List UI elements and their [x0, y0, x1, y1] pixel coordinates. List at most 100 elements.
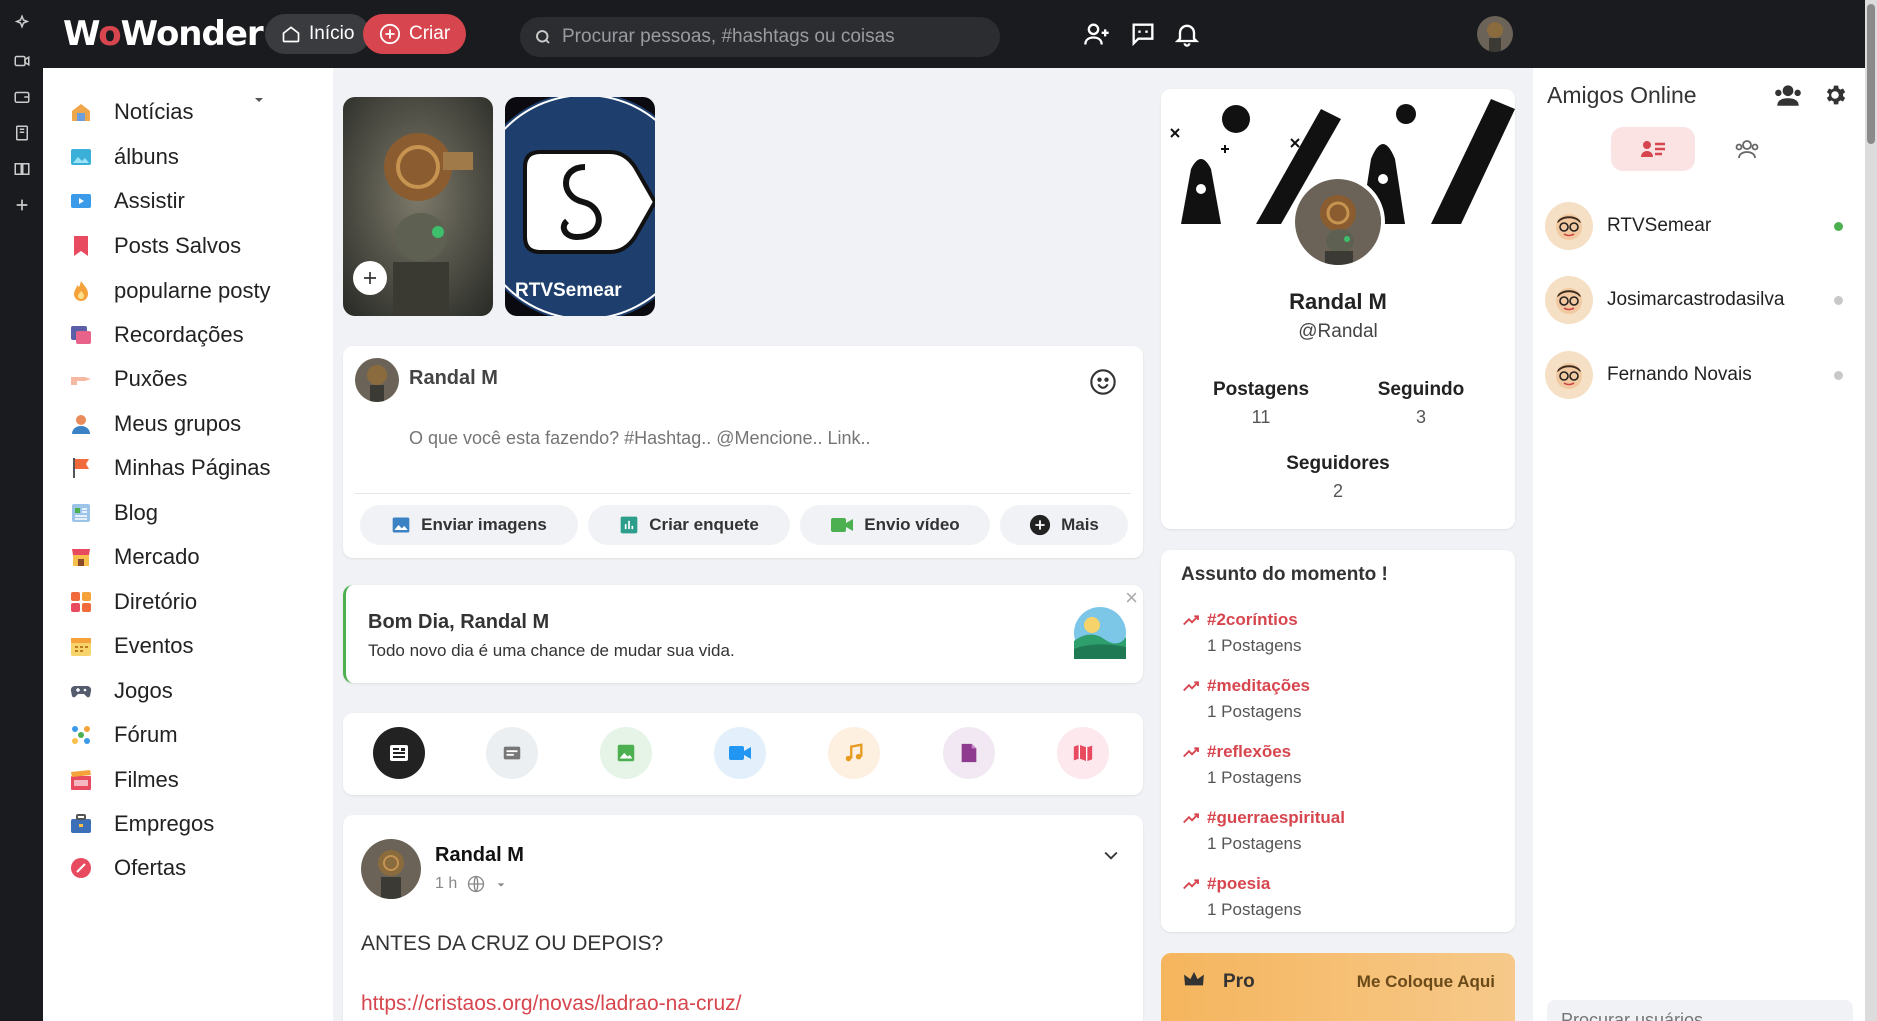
sidebar-item-directory[interactable]: Diretório — [68, 582, 197, 622]
more-button[interactable]: Mais — [1000, 505, 1128, 545]
stat-value: 11 — [1251, 407, 1271, 427]
sidebar-item-pages[interactable]: Minhas Páginas — [68, 448, 271, 488]
globe-icon[interactable] — [467, 875, 485, 893]
watch-icon — [68, 188, 94, 214]
gear-icon[interactable] — [1822, 82, 1848, 108]
sidebar-item-forum[interactable]: Fórum — [68, 715, 178, 755]
page-scrollbar[interactable] — [1865, 0, 1877, 1021]
greeting-card: Bom Dia, Randal M Todo novo dia é uma ch… — [343, 585, 1143, 683]
trending-card: Assunto do momento ! #2coríntios 1 Posta… — [1161, 550, 1515, 932]
trending-title: Assunto do momento ! — [1181, 564, 1388, 585]
scrollbar-thumb[interactable] — [1867, 4, 1875, 144]
left-rail — [0, 0, 43, 1021]
composer-input[interactable] — [409, 428, 1109, 449]
messages-icon[interactable] — [1129, 20, 1157, 48]
tab-text[interactable] — [486, 727, 538, 779]
stat-following[interactable]: Seguindo 3 — [1361, 379, 1481, 428]
sidebar-item-label: Recordações — [114, 322, 244, 347]
trend-count: 1 Postagens — [1207, 768, 1302, 787]
sidebar-item-albums[interactable]: álbuns — [68, 137, 179, 177]
trend-item[interactable]: #2coríntios 1 Postagens — [1183, 610, 1302, 656]
sidebar-item-saved[interactable]: Posts Salvos — [68, 226, 241, 266]
plus-circle-icon — [1030, 514, 1051, 536]
tab-music[interactable] — [828, 727, 880, 779]
sparkle-icon[interactable] — [11, 12, 32, 33]
friend-item[interactable]: Fernando Novais — [1545, 350, 1752, 400]
tab-all[interactable] — [373, 727, 425, 779]
friend-item[interactable]: RTVSemear — [1545, 201, 1711, 251]
profile-avatar[interactable] — [1291, 175, 1385, 269]
close-icon[interactable]: × — [1125, 585, 1138, 611]
add-friend-icon[interactable] — [1083, 20, 1111, 48]
search-input[interactable] — [562, 26, 982, 48]
tab-maps[interactable] — [1057, 727, 1109, 779]
caret-down-icon[interactable] — [253, 94, 265, 106]
chevron-down-icon[interactable] — [1101, 845, 1121, 865]
home-button[interactable]: Início — [265, 14, 371, 54]
sidebar-item-news[interactable]: Notícias — [68, 92, 193, 132]
add-group-icon[interactable] — [1773, 82, 1803, 108]
add-story-button[interactable] — [353, 261, 387, 295]
file-icon — [961, 743, 977, 763]
user-avatar[interactable] — [1477, 16, 1513, 52]
sidebar-item-blog[interactable]: Blog — [68, 493, 158, 533]
post-author-name[interactable]: Randal M — [435, 844, 524, 867]
sidebar-item-memories[interactable]: Recordações — [68, 315, 244, 355]
caret-down-icon[interactable] — [496, 880, 506, 890]
upload-images-button[interactable]: Enviar imagens — [360, 505, 578, 545]
post-link[interactable]: https://cristaos.org/novas/ladrao-na-cru… — [361, 992, 742, 1016]
sidebar-item-jobs[interactable]: Empregos — [68, 804, 214, 844]
book-icon[interactable] — [11, 122, 32, 143]
groups-icon — [68, 411, 94, 437]
stat-label: Seguidores — [1286, 453, 1390, 474]
sidebar-item-label: Empregos — [114, 811, 215, 836]
offline-status-dot — [1834, 371, 1843, 380]
tab-photos[interactable] — [600, 727, 652, 779]
sidebar-item-movies[interactable]: Filmes — [68, 760, 179, 800]
sidebar-item-events[interactable]: Eventos — [68, 626, 194, 666]
trend-item[interactable]: #meditações 1 Postagens — [1183, 676, 1310, 722]
notifications-icon[interactable] — [1173, 20, 1201, 48]
tab-files[interactable] — [943, 727, 995, 779]
friend-avatar — [1545, 202, 1593, 250]
sidebar-item-market[interactable]: Mercado — [68, 537, 200, 577]
sidebar-item-offers[interactable]: Ofertas — [68, 848, 186, 888]
story-rtvsemear[interactable]: RTVSemear — [505, 97, 655, 316]
create-poll-button[interactable]: Criar enquete — [588, 505, 790, 545]
trend-item[interactable]: #poesia 1 Postagens — [1183, 874, 1302, 920]
trend-item[interactable]: #guerraespiritual 1 Postagens — [1183, 808, 1345, 854]
plus-icon[interactable] — [11, 194, 32, 215]
tab-groups[interactable] — [1705, 127, 1789, 171]
friend-item[interactable]: Josimarcastrodasilva — [1545, 275, 1784, 325]
video-icon[interactable] — [11, 50, 32, 71]
sidebar-item-games[interactable]: Jogos — [68, 671, 173, 711]
stat-followers[interactable]: Seguidores 2 — [1278, 453, 1398, 502]
stat-posts[interactable]: Postagens 11 — [1201, 379, 1321, 428]
home-label: Início — [309, 23, 355, 44]
stat-value: 3 — [1415, 407, 1426, 427]
albums-icon — [68, 144, 94, 170]
upload-video-button[interactable]: Envio vídeo — [800, 505, 990, 545]
reader-icon[interactable] — [11, 158, 32, 179]
home-icon — [282, 26, 300, 43]
pro-banner[interactable]: Pro Me Coloque Aqui — [1161, 953, 1515, 1021]
wallet-icon[interactable] — [11, 86, 32, 107]
sidebar-item-watch[interactable]: Assistir — [68, 181, 185, 221]
logo[interactable]: WoWonder — [63, 14, 264, 54]
emoji-icon[interactable] — [1089, 368, 1117, 396]
create-button[interactable]: Criar — [363, 14, 467, 54]
story-create[interactable] — [343, 97, 493, 316]
post-time[interactable]: 1 h — [435, 875, 457, 893]
tab-videos[interactable] — [714, 727, 766, 779]
post-author-avatar[interactable] — [361, 839, 421, 899]
tab-online-contacts[interactable] — [1611, 127, 1695, 171]
contact-card-icon — [1641, 141, 1665, 157]
sidebar-item-groups[interactable]: Meus grupos — [68, 404, 241, 444]
sidebar-item-pokes[interactable]: Puxões — [68, 359, 187, 399]
profile-name[interactable]: Randal M — [1161, 289, 1515, 315]
friend-search-input[interactable] — [1547, 1000, 1853, 1021]
pro-cta[interactable]: Me Coloque Aqui — [1357, 972, 1495, 992]
sidebar-item-popular[interactable]: popularne posty — [68, 271, 271, 311]
upload-video-label: Envio vídeo — [864, 515, 960, 534]
trend-item[interactable]: #reflexões 1 Postagens — [1183, 742, 1302, 788]
